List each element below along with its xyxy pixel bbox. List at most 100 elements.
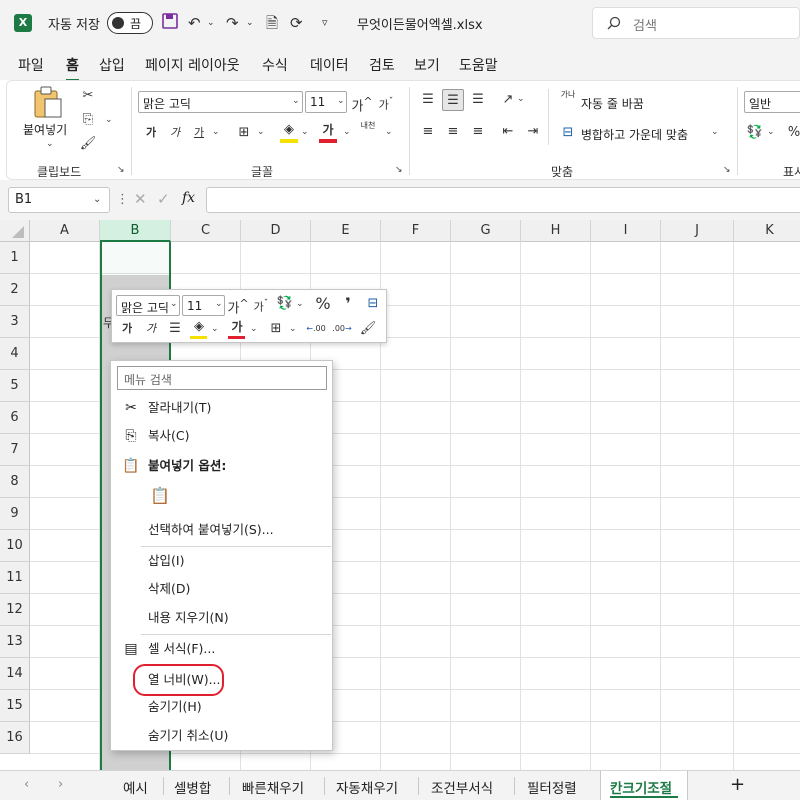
formula-input[interactable] (206, 187, 800, 213)
sheet-tab-filter-sort[interactable]: 필터정렬 (527, 777, 577, 797)
mini-format-painter-icon[interactable]: 🖌 (357, 318, 379, 340)
mini-grow-font-button[interactable]: 가^ (227, 293, 249, 316)
paste-button-icon[interactable] (31, 85, 65, 123)
underline-dropdown-icon[interactable]: ⌄ (212, 127, 220, 137)
font-color-button[interactable]: 가 (317, 119, 339, 141)
tab-view[interactable]: 보기 (414, 55, 440, 75)
phonetic-button[interactable]: 내천 (357, 121, 379, 143)
row-header-1[interactable]: 1 (0, 242, 30, 274)
orientation-icon[interactable]: ↗ (497, 89, 519, 111)
paste-dropdown-icon[interactable]: ⌄ (46, 139, 54, 149)
mini-borders-icon[interactable]: ⊞ (265, 318, 287, 340)
column-header-g[interactable]: G (451, 220, 521, 242)
mini-font-size-dropdown-icon[interactable]: ⌄ (215, 299, 223, 309)
column-header-b[interactable]: B (100, 220, 171, 242)
tab-review[interactable]: 검토 (369, 55, 395, 75)
undo-icon[interactable]: ↶ (188, 12, 201, 34)
row-header-13[interactable]: 13 (0, 626, 30, 658)
merge-center-button[interactable]: 병합하고 가운데 맞춤 (581, 126, 688, 143)
mini-percent-button[interactable]: % (312, 293, 334, 315)
menu-item-insert[interactable]: 삽입(I) (111, 547, 332, 575)
cut-icon[interactable]: ✂ (77, 85, 99, 107)
copy-dropdown-icon[interactable]: ⌄ (105, 115, 113, 125)
mini-comma-button[interactable]: ❜ (337, 293, 359, 315)
row-header-11[interactable]: 11 (0, 562, 30, 594)
align-right-icon[interactable]: ≡ (467, 121, 489, 143)
menu-item-cut[interactable]: ✂ 잘라내기(T) (111, 394, 332, 422)
italic-button[interactable]: 가 (164, 122, 186, 144)
mini-fill-color-icon[interactable]: ◈ (188, 316, 210, 338)
column-header-e[interactable]: E (311, 220, 381, 242)
menu-search-input[interactable]: 메뉴 검색 (117, 366, 327, 390)
align-middle-icon[interactable]: ☰ (442, 89, 464, 111)
shrink-font-button[interactable]: 가ˇ (375, 91, 397, 113)
column-header-i[interactable]: I (591, 220, 661, 242)
row-header-3[interactable]: 3 (0, 306, 30, 338)
mini-font-color-button[interactable]: 가 (226, 316, 248, 338)
font-color-dropdown-icon[interactable]: ⌄ (343, 127, 351, 137)
more-options-icon[interactable]: ⋮ (116, 192, 129, 207)
tab-formulas[interactable]: 수식 (262, 55, 288, 75)
redo-dropdown-icon[interactable]: ⌄ (246, 12, 254, 34)
refresh-icon[interactable]: ⟳ (290, 12, 303, 34)
tab-insert[interactable]: 삽입 (99, 55, 125, 75)
search-box[interactable]: 검색 (592, 7, 800, 39)
wrap-text-button[interactable]: 자동 줄 바꿈 (581, 95, 644, 112)
mini-shrink-font-button[interactable]: 가ˇ (250, 293, 272, 315)
merge-center-icon[interactable]: ⊟ (557, 122, 579, 144)
alignment-launcher-icon[interactable]: ↘ (723, 165, 731, 175)
row-header-2[interactable]: 2 (0, 274, 30, 306)
customize-toolbar-icon[interactable]: ▿ (322, 12, 328, 34)
menu-item-format-cells[interactable]: ▤ 셀 서식(F)... (111, 635, 332, 663)
cancel-icon[interactable]: ✕ (134, 190, 147, 208)
align-top-icon[interactable]: ☰ (417, 89, 439, 111)
mini-accounting-icon[interactable]: 💱 (274, 293, 296, 315)
underline-button[interactable]: 가 (188, 122, 210, 144)
grow-font-button[interactable]: 가^ (351, 91, 373, 114)
percent-button[interactable]: % (783, 122, 800, 144)
font-name-select[interactable]: 맑은 고딕 (138, 91, 303, 113)
save-icon[interactable] (161, 12, 179, 34)
clipboard-launcher-icon[interactable]: ↘ (117, 165, 125, 175)
sheet-tab-flash-fill[interactable]: 빠른채우기 (242, 777, 304, 797)
decrease-indent-icon[interactable]: ⇤ (497, 121, 519, 143)
paste-label[interactable]: 붙여넣기 (23, 121, 67, 138)
row-header-9[interactable]: 9 (0, 498, 30, 530)
menu-item-unhide[interactable]: 숨기기 취소(U) (111, 722, 332, 750)
row-header-4[interactable]: 4 (0, 338, 30, 370)
add-sheet-icon[interactable]: + (730, 774, 745, 795)
redo-icon[interactable]: ↷ (226, 12, 239, 34)
font-size-dropdown-icon[interactable]: ⌄ (337, 96, 345, 106)
row-header-16[interactable]: 16 (0, 722, 30, 754)
insert-function-button[interactable]: fx (182, 190, 195, 206)
font-launcher-icon[interactable]: ↘ (395, 165, 403, 175)
row-header-14[interactable]: 14 (0, 658, 30, 690)
autosave-toggle[interactable]: 끔 (107, 12, 153, 34)
select-all-corner[interactable] (0, 220, 30, 242)
phonetic-dropdown-icon[interactable]: ⌄ (385, 127, 393, 137)
paste-option-button[interactable]: 📋 (148, 486, 172, 512)
mini-decrease-decimal-button[interactable]: .00→ (330, 318, 354, 340)
row-header-8[interactable]: 8 (0, 466, 30, 498)
mini-borders-dropdown-icon[interactable]: ⌄ (289, 324, 297, 334)
tab-file[interactable]: 파일 (18, 55, 44, 75)
row-header-12[interactable]: 12 (0, 594, 30, 626)
row-header-6[interactable]: 6 (0, 402, 30, 434)
fill-color-dropdown-icon[interactable]: ⌄ (301, 127, 309, 137)
menu-item-clear-contents[interactable]: 내용 지우기(N) (111, 604, 332, 632)
sheet-tab-autofill[interactable]: 자동채우기 (336, 777, 398, 797)
column-header-c[interactable]: C (171, 220, 241, 242)
orientation-dropdown-icon[interactable]: ⌄ (517, 94, 525, 104)
menu-item-paste-special[interactable]: 선택하여 붙여넣기(S)... (111, 516, 332, 544)
mini-fill-dropdown-icon[interactable]: ⌄ (211, 324, 219, 334)
mini-align-center-icon[interactable]: ☰ (164, 318, 186, 340)
borders-dropdown-icon[interactable]: ⌄ (257, 127, 265, 137)
next-sheet-icon[interactable]: › (58, 777, 63, 792)
tab-home[interactable]: 홈 (66, 55, 79, 82)
prev-sheet-icon[interactable]: ‹ (24, 777, 29, 792)
merge-dropdown-icon[interactable]: ⌄ (711, 127, 719, 137)
align-bottom-icon[interactable]: ☰ (467, 89, 489, 111)
column-header-h[interactable]: H (521, 220, 591, 242)
tab-data[interactable]: 데이터 (310, 55, 349, 75)
mini-bold-button[interactable]: 가 (116, 318, 138, 340)
